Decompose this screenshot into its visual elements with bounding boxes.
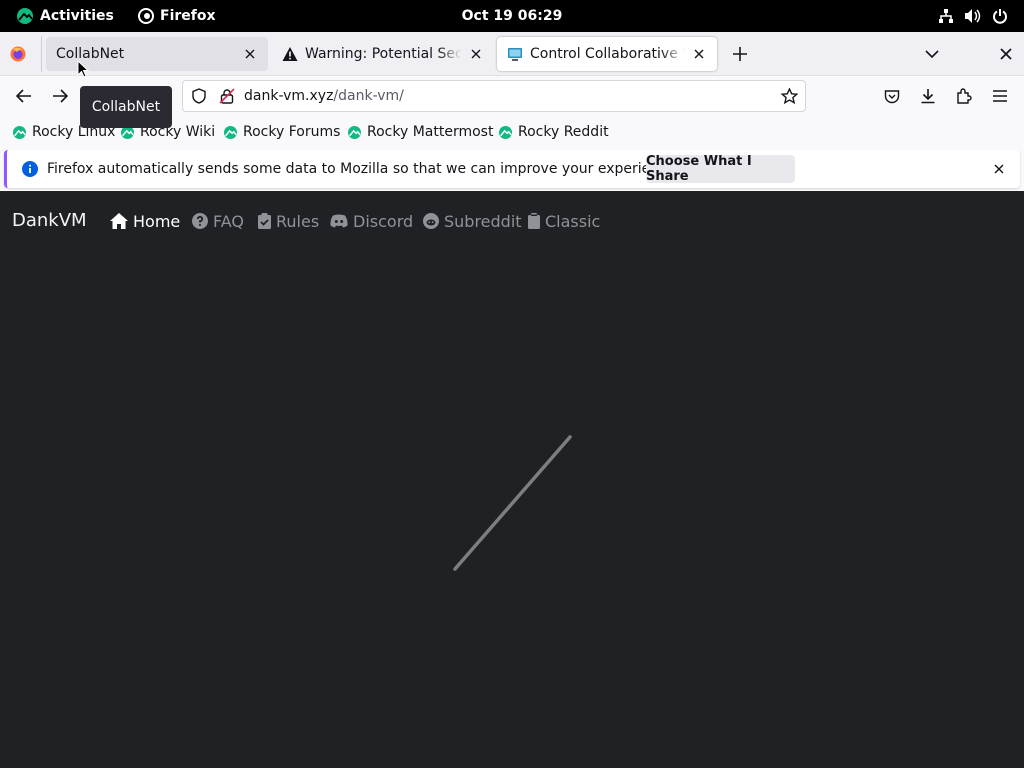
back-button[interactable] (12, 84, 36, 108)
tab-security-warning[interactable]: Warning: Potential Security Risk Ahead (272, 37, 494, 71)
notification-area: Firefox automatically sends some data to… (0, 147, 1024, 191)
rocky-logo-icon (17, 8, 33, 24)
question-circle-icon (192, 213, 208, 229)
url-text[interactable]: dank-vm.xyz/dank-vm/ (244, 81, 404, 111)
tab-tooltip: CollabNet (80, 86, 172, 128)
url-path: /dank-vm/ (333, 88, 404, 104)
nav-label: Rules (276, 211, 320, 231)
choose-what-i-share-button[interactable]: Choose What I Share (646, 154, 795, 184)
bookmark-label: Rocky Forums (243, 124, 341, 140)
tab-title-fade (212, 46, 236, 62)
shield-icon[interactable] (191, 88, 207, 104)
puzzle-icon (957, 88, 972, 104)
app-label: Firefox (160, 8, 216, 24)
volume-icon (965, 9, 981, 23)
arrow-right-icon (53, 89, 68, 103)
network-icon (939, 9, 953, 23)
close-icon[interactable] (468, 46, 484, 62)
tab-title-fade (438, 46, 462, 62)
extensions-button[interactable] (952, 84, 976, 108)
window-close-button[interactable] (994, 42, 1018, 66)
home-icon (110, 213, 128, 229)
clock[interactable]: Oct 19 06:29 (462, 8, 563, 24)
plus-icon (733, 47, 747, 61)
new-tab-button[interactable] (728, 42, 752, 66)
monitor-icon (508, 48, 522, 61)
clipboard-check-icon (258, 213, 271, 229)
bookmark-rocky-forums[interactable]: Rocky Forums (224, 123, 340, 141)
rocky-logo-icon (13, 125, 26, 139)
url-bar[interactable]: dank-vm.xyz/dank-vm/ (182, 80, 806, 112)
mouse-cursor-icon (77, 60, 89, 78)
page-content: DankVM Home FAQ Rules Discord Subreddit … (0, 191, 1024, 768)
pocket-icon (884, 89, 900, 103)
data-collection-notification: Firefox automatically sends some data to… (4, 150, 1020, 188)
bookmark-star-icon[interactable] (781, 88, 798, 104)
tab-title: Warning: Potential Security Risk Ahead (305, 46, 462, 62)
nav-home[interactable]: Home (110, 211, 180, 231)
notification-message: Firefox automatically sends some data to… (47, 161, 680, 177)
system-top-bar: Activities Firefox Oct 19 06:29 (0, 0, 1024, 32)
close-icon[interactable] (991, 161, 1007, 177)
system-tray[interactable] (938, 0, 1008, 32)
loading-spinner (453, 435, 572, 571)
discord-icon (330, 214, 348, 228)
bookmark-label: Rocky Mattermost (367, 124, 494, 140)
info-icon (22, 161, 38, 177)
list-all-tabs-button[interactable] (920, 42, 944, 66)
close-icon[interactable] (691, 46, 707, 62)
clipboard-icon (528, 213, 540, 229)
insecure-lock-icon[interactable] (219, 88, 235, 104)
close-icon[interactable] (242, 46, 258, 62)
close-icon (1000, 48, 1012, 60)
firefox-view-icon[interactable] (10, 46, 26, 62)
app-menu[interactable]: Firefox (138, 0, 216, 32)
nav-label: Home (133, 211, 181, 231)
nav-classic[interactable]: Classic (528, 211, 600, 231)
tab-separator (41, 36, 42, 72)
nav-label: Discord (353, 211, 414, 231)
tab-strip: CollabNet Warning: Potential Security Ri… (0, 32, 1024, 76)
rocky-logo-icon (499, 125, 512, 139)
pocket-button[interactable] (880, 84, 904, 108)
rocky-logo-icon (348, 125, 361, 139)
forward-button[interactable] (48, 84, 72, 108)
downloads-button[interactable] (916, 84, 940, 108)
download-icon (921, 89, 935, 104)
activities-label: Activities (40, 8, 114, 24)
nav-rules[interactable]: Rules (258, 211, 319, 231)
nav-discord[interactable]: Discord (330, 211, 413, 231)
bookmark-label: Rocky Reddit (518, 124, 609, 140)
bookmark-rocky-mattermost[interactable]: Rocky Mattermost (348, 123, 493, 141)
hamburger-icon (993, 90, 1007, 102)
tab-control-vms[interactable]: Control Collaborative Virtual Machines (497, 37, 717, 71)
firefox-icon (138, 8, 154, 24)
nav-faq[interactable]: FAQ (192, 211, 244, 231)
warning-icon (282, 47, 298, 61)
chevron-down-icon (925, 50, 939, 58)
power-icon (993, 9, 1007, 24)
nav-label: FAQ (213, 211, 244, 231)
menu-button[interactable] (988, 84, 1012, 108)
nav-label: Classic (545, 211, 601, 231)
bookmark-rocky-reddit[interactable]: Rocky Reddit (499, 123, 609, 141)
nav-subreddit[interactable]: Subreddit (423, 211, 522, 231)
nav-label: Subreddit (444, 211, 522, 231)
tab-title: Control Collaborative Virtual Machines (530, 46, 685, 62)
rocky-logo-icon (224, 125, 237, 139)
url-domain: dank-vm.xyz (244, 88, 334, 104)
site-brand[interactable]: DankVM (12, 210, 87, 231)
tab-title-fade (661, 46, 685, 62)
reddit-icon (423, 213, 439, 229)
activities-button[interactable]: Activities (17, 0, 114, 32)
arrow-left-icon (16, 89, 31, 103)
